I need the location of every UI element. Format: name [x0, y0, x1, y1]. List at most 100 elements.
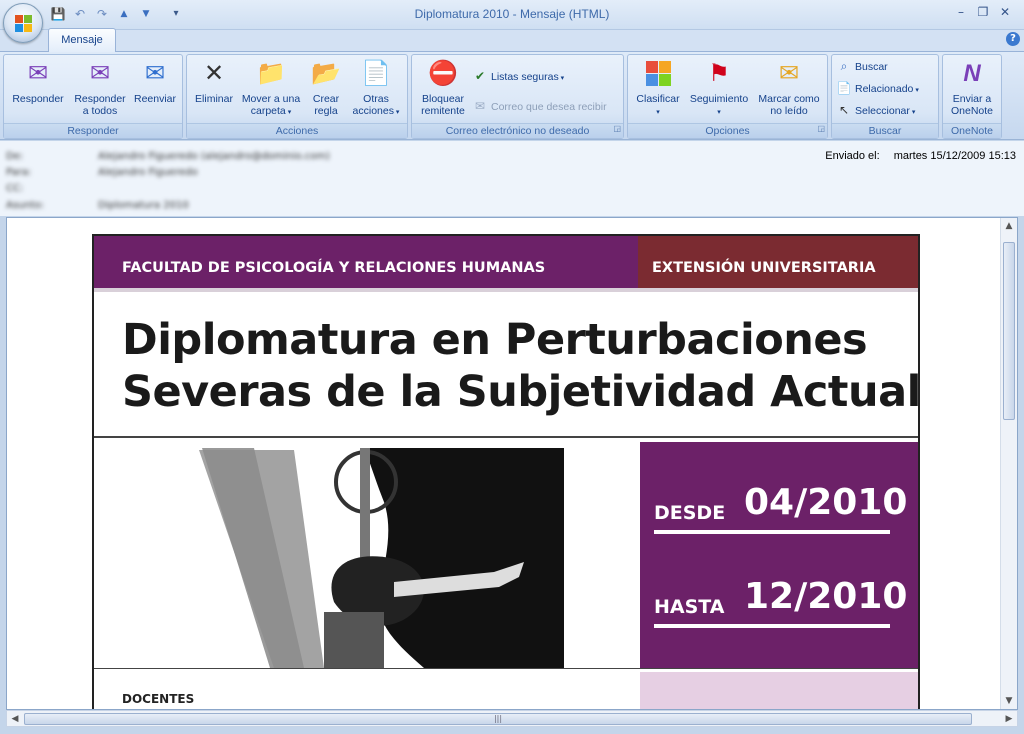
- to-label: Para:: [6, 167, 32, 178]
- scroll-up-icon[interactable]: ▲: [1001, 218, 1017, 234]
- categorize-icon: [642, 59, 674, 89]
- to-value[interactable]: Alejandro Figueredo: [98, 167, 198, 178]
- onenote-icon: N: [963, 60, 981, 87]
- categorize-button[interactable]: Clasificar ▾: [632, 59, 684, 119]
- flyer-title: Diplomatura en Perturbaciones Severas de…: [122, 314, 921, 418]
- forward-button[interactable]: ✉ Reenviar: [130, 59, 180, 105]
- group-title-onenote: OneNote: [943, 123, 1001, 138]
- flyer-pink-panel: [640, 672, 918, 709]
- redo-icon[interactable]: ↷: [94, 6, 110, 22]
- sent-value: martes 15/12/2009 15:13: [893, 150, 1016, 162]
- other-label-1: Otras: [363, 93, 389, 105]
- rule-label-2: regla: [314, 105, 338, 117]
- hasta-value: 12/2010: [744, 576, 908, 617]
- group-title-acciones: Acciones: [187, 123, 407, 138]
- delete-button[interactable]: ✕ Eliminar: [191, 59, 237, 105]
- desde-label: DESDE: [654, 502, 726, 524]
- related-label: Relacionado: [855, 83, 914, 95]
- group-junk: ⛔ Bloquear remitente ✔ Listas seguras ▾ ✉…: [411, 54, 624, 139]
- move-folder-icon: 📁: [256, 60, 286, 87]
- envelope-icon: ✉: [778, 60, 800, 87]
- other-actions-button[interactable]: 📄 Otras acciones ▾: [347, 59, 405, 119]
- from-label: De:: [6, 151, 24, 162]
- binoculars-icon: ⌕: [840, 59, 848, 73]
- related-button[interactable]: 📄 Relacionado ▾: [836, 79, 919, 97]
- rule-folder-icon: 📂: [311, 60, 341, 87]
- block-label-2: remitente: [421, 105, 465, 117]
- flyer-artwork-illustration: [94, 442, 638, 668]
- tab-mensaje[interactable]: Mensaje: [48, 28, 116, 52]
- subject-value: Diplomatura 2010: [98, 200, 189, 211]
- create-rule-button[interactable]: 📂 Crear regla: [305, 59, 347, 117]
- scroll-left-icon[interactable]: ◀: [7, 711, 23, 727]
- move-to-folder-button[interactable]: 📁 Mover a una carpeta ▾: [237, 59, 305, 119]
- onenote-label-1: Enviar a: [952, 93, 992, 105]
- office-button[interactable]: [3, 3, 43, 43]
- cursor-icon: ↖: [838, 103, 850, 117]
- hasta-label: HASTA: [654, 596, 725, 618]
- help-icon[interactable]: ?: [1006, 32, 1020, 46]
- rule-label-1: Crear: [312, 93, 340, 105]
- other-label-2: acciones: [352, 105, 394, 117]
- not-junk-button[interactable]: ✉ Correo que desea recibir: [472, 97, 607, 115]
- message-body[interactable]: FACULTAD DE PSICOLOGÍA Y RELACIONES HUMA…: [6, 217, 1018, 710]
- junk-dialog-launcher-icon[interactable]: ◲: [613, 121, 621, 136]
- mark-unread-label-2: no leído: [770, 105, 808, 117]
- vertical-scrollbar[interactable]: ▲ ▼: [1000, 218, 1017, 709]
- minimize-button[interactable]: –: [950, 4, 972, 20]
- next-item-icon[interactable]: ▼: [138, 6, 154, 22]
- vertical-scroll-thumb[interactable]: [1003, 242, 1015, 420]
- reply-icon: ✉: [27, 60, 49, 87]
- reply-all-label-2: a todos: [82, 105, 118, 117]
- customize-qat-icon[interactable]: ▾: [168, 6, 184, 22]
- desde-value: 04/2010: [744, 482, 908, 523]
- block-sender-button[interactable]: ⛔ Bloquear remitente: [414, 59, 472, 117]
- from-value[interactable]: Alejandro Figueredo (alejandro@dominio.c…: [98, 151, 330, 162]
- reply-all-label-1: Responder: [74, 93, 126, 105]
- forward-label: Reenviar: [133, 93, 177, 105]
- follow-up-label: Seguimiento: [689, 93, 749, 105]
- scroll-right-icon[interactable]: ▶: [1001, 711, 1017, 727]
- delete-x-icon: ✕: [203, 60, 225, 87]
- group-title-opciones: Opciones ◲: [628, 123, 827, 138]
- save-icon[interactable]: 💾: [50, 6, 66, 22]
- group-acciones: ✕ Eliminar 📁 Mover a una carpeta ▾ 📂 Cre…: [186, 54, 408, 139]
- follow-up-button[interactable]: ⚑ Seguimiento ▾: [684, 59, 754, 119]
- onenote-label-2: OneNote: [950, 105, 994, 117]
- opciones-dialog-launcher-icon[interactable]: ◲: [817, 121, 825, 136]
- find-button[interactable]: ⌕ Buscar: [836, 57, 888, 75]
- categorize-label: Clasificar: [636, 93, 680, 105]
- group-title-responder: Responder: [4, 123, 182, 138]
- flyer-divider: [94, 288, 918, 292]
- close-button[interactable]: ✕: [994, 4, 1016, 20]
- find-label: Buscar: [855, 61, 888, 73]
- ribbon: ✉ Responder ✉ Responder a todos ✉ Reenvi…: [0, 51, 1024, 140]
- previous-item-icon[interactable]: ▲: [116, 6, 132, 22]
- safe-lists-button[interactable]: ✔ Listas seguras ▾: [472, 67, 564, 85]
- flyer-extension-text: EXTENSIÓN UNIVERSITARIA: [652, 260, 876, 276]
- move-label-1: Mover a una: [241, 93, 301, 105]
- undo-icon[interactable]: ↶: [72, 6, 88, 22]
- block-sender-icon: ⛔: [428, 60, 458, 87]
- title-bar: Diplomatura 2010 - Mensaje (HTML) 💾 ↶ ↷ …: [0, 0, 1024, 30]
- hasta-underline: [654, 624, 890, 628]
- block-label-1: Bloquear: [421, 93, 465, 105]
- group-title-junk: Correo electrónico no deseado ◲: [412, 123, 623, 138]
- restore-button[interactable]: ❐: [972, 4, 994, 20]
- sent-date: Enviado el: martes 15/12/2009 15:13: [811, 150, 1016, 162]
- scroll-down-icon[interactable]: ▼: [1001, 693, 1017, 709]
- flyer-title-line-1: Diplomatura en Perturbaciones: [122, 315, 868, 365]
- safe-lists-label: Listas seguras: [491, 71, 559, 83]
- horizontal-scroll-thumb[interactable]: |||: [24, 713, 972, 725]
- reply-button[interactable]: ✉ Responder: [8, 59, 68, 105]
- safe-lists-icon: ✔: [474, 69, 486, 83]
- horizontal-scrollbar[interactable]: ◀ ||| ▶: [6, 710, 1018, 727]
- flyer-divider-2: [94, 436, 918, 438]
- select-button[interactable]: ↖ Seleccionar ▾: [836, 101, 915, 119]
- not-junk-icon: ✉: [474, 99, 486, 113]
- docentes-heading: DOCENTES: [122, 692, 195, 706]
- reply-all-button[interactable]: ✉ Responder a todos: [70, 59, 130, 117]
- mark-unread-button[interactable]: ✉ Marcar como no leído: [754, 59, 824, 117]
- group-onenote: N Enviar a OneNote OneNote: [942, 54, 1002, 139]
- send-to-onenote-button[interactable]: N Enviar a OneNote: [945, 59, 999, 117]
